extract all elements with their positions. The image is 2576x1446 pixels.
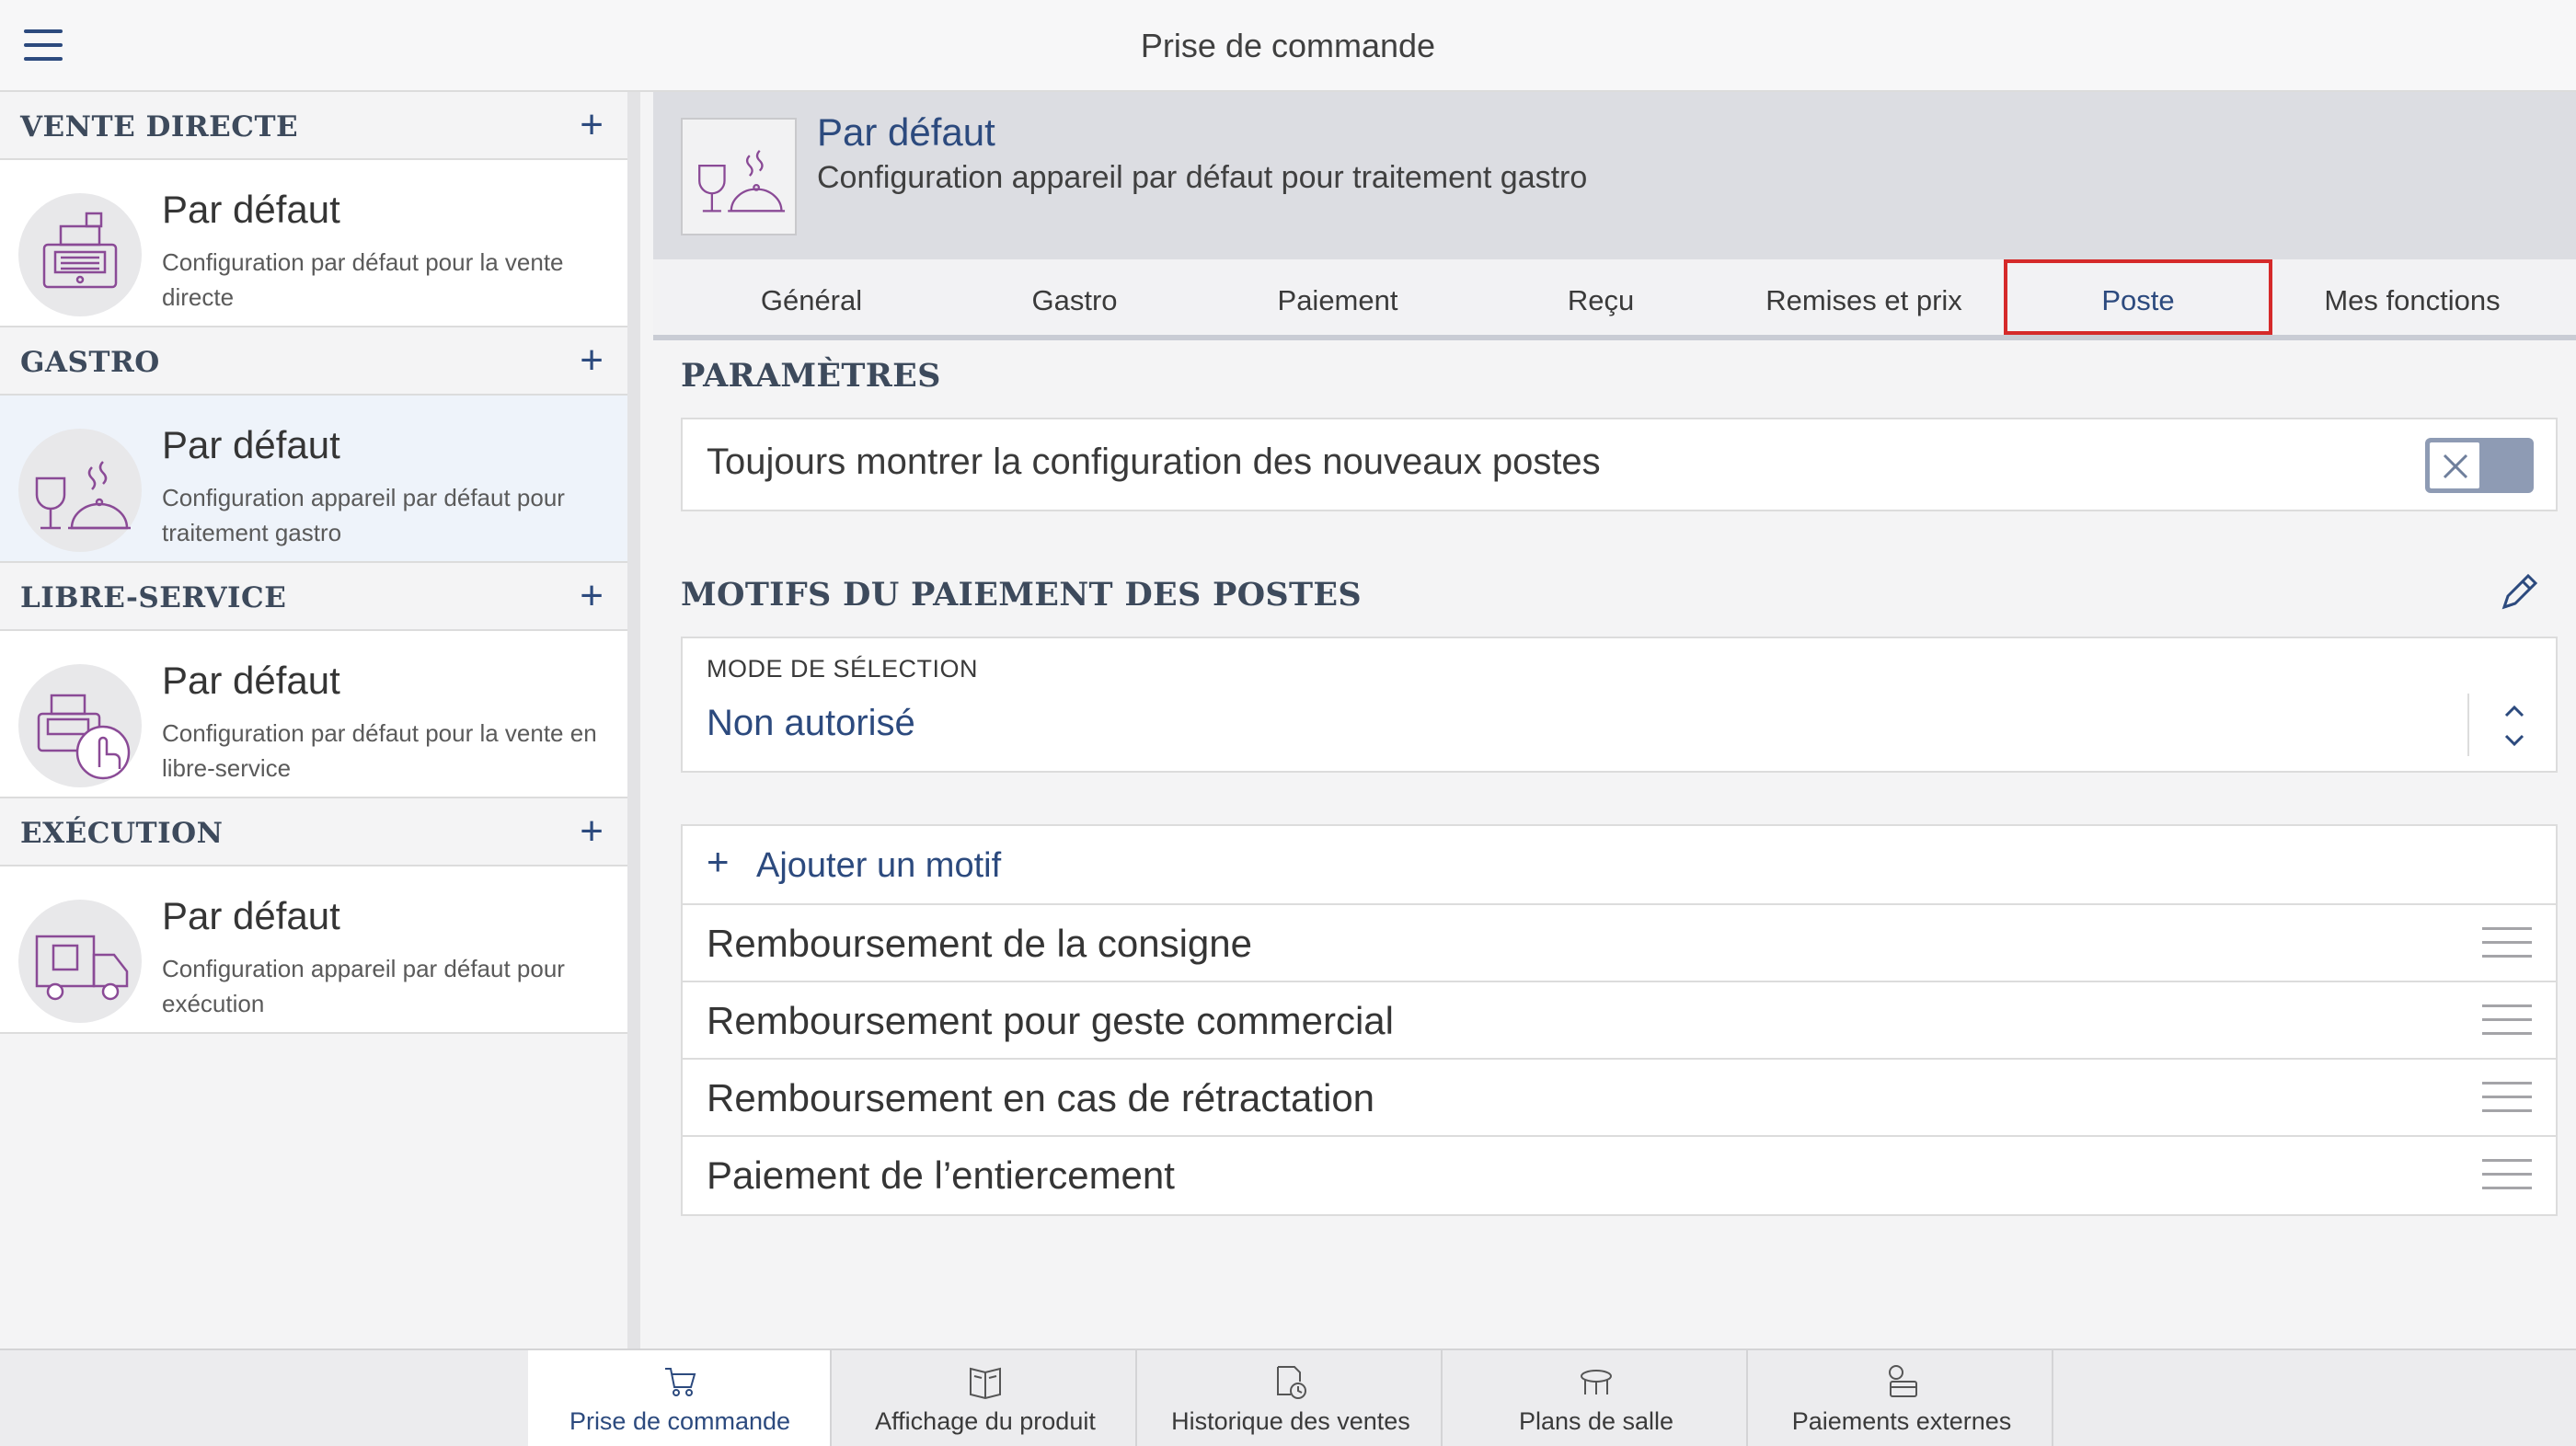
bottom-tab-label: Paiements externes xyxy=(1791,1407,2012,1435)
section-title: GASTRO xyxy=(20,346,160,379)
item-title: Par défaut xyxy=(162,423,340,466)
show-config-toggle[interactable] xyxy=(2425,438,2534,493)
delivery-truck-icon xyxy=(18,900,142,1023)
list-item[interactable]: Paiement de l’entiercement xyxy=(683,1137,2556,1214)
section-title: LIBRE-SERVICE xyxy=(20,581,287,614)
item-description: Configuration appareil par défaut pour e… xyxy=(162,955,565,1017)
sidebar-item-execution[interactable]: Par défaut Configuration appareil par dé… xyxy=(0,866,627,1034)
item-description: Configuration par défaut pour la vente e… xyxy=(162,719,597,782)
parametres-title: PARAMÈTRES xyxy=(681,357,941,395)
section-header-vente-directe: VENTE DIRECTE + xyxy=(0,92,627,160)
tab-poste[interactable]: Poste xyxy=(2004,259,2272,335)
chevron-up-down-icon[interactable] xyxy=(2495,699,2534,754)
drag-handle-icon[interactable] xyxy=(2482,1082,2534,1119)
motif-label: Remboursement en cas de rétractation xyxy=(707,1076,1375,1119)
external-payment-icon xyxy=(1889,1365,1917,1397)
config-description: Configuration appareil par défaut pour t… xyxy=(817,160,1588,195)
add-execution-button[interactable]: + xyxy=(580,811,604,852)
bottom-tab-historique-des-ventes[interactable]: Historique des ventes xyxy=(1139,1350,1443,1446)
item-description: Configuration appareil par défaut pour t… xyxy=(162,484,565,546)
sidebar-item-libre-service[interactable]: Par défaut Configuration par défaut pour… xyxy=(0,631,627,798)
pencil-edit-icon[interactable] xyxy=(2497,572,2539,614)
top-bar: Prise de commande xyxy=(0,0,2576,92)
motifs-title: MOTIFS DU PAIEMENT DES POSTES xyxy=(681,576,1362,614)
sidebar-item-vente-directe[interactable]: Par défaut Configuration par défaut pour… xyxy=(0,160,627,327)
list-item[interactable]: Remboursement pour geste commercial xyxy=(683,982,2556,1060)
bottom-tab-label: Plans de salle xyxy=(1518,1407,1674,1435)
item-title: Par défaut xyxy=(162,659,340,702)
bottom-tab-prise-de-commande[interactable]: Prise de commande xyxy=(528,1350,832,1446)
selection-mode-field[interactable]: MODE DE SÉLECTION Non autorisé xyxy=(681,637,2558,773)
tab-general[interactable]: Général xyxy=(681,259,942,335)
motifs-list: + Ajouter un motif Remboursement de la c… xyxy=(681,824,2558,1216)
section-header-gastro: GASTRO + xyxy=(0,327,627,396)
bottom-tab-label: Prise de commande xyxy=(569,1407,791,1435)
list-item[interactable]: Remboursement de la consigne xyxy=(683,905,2556,982)
sidebar: VENTE DIRECTE + Par défaut Configuration… xyxy=(0,92,640,1348)
parametres-card: Toujours montrer la configuration des no… xyxy=(681,418,2558,511)
cart-icon xyxy=(665,1368,696,1396)
sidebar-item-gastro[interactable]: Par défaut Configuration appareil par dé… xyxy=(0,396,627,563)
cash-register-icon xyxy=(18,193,142,316)
motif-label: Paiement de l’entiercement xyxy=(707,1153,1175,1197)
main-panel: Par défaut Configuration appareil par dé… xyxy=(653,92,2576,1348)
selection-mode-value: Non autorisé xyxy=(707,703,915,743)
tab-remises-et-prix[interactable]: Remises et prix xyxy=(1733,259,1995,335)
add-vente-directe-button[interactable]: + xyxy=(580,105,604,145)
add-motif-button[interactable]: + Ajouter un motif xyxy=(683,826,2556,905)
tab-mes-fonctions[interactable]: Mes fonctions xyxy=(2274,259,2550,335)
section-title: EXÉCUTION xyxy=(20,817,224,850)
gastro-icon xyxy=(18,429,142,552)
toggle-label: Toujours montrer la configuration des no… xyxy=(707,442,1601,482)
toggle-off-icon xyxy=(2428,441,2481,490)
bottom-tab-label: Affichage du produit xyxy=(875,1407,1096,1435)
tab-paiement[interactable]: Paiement xyxy=(1207,259,1468,335)
motif-label: Remboursement pour geste commercial xyxy=(707,999,1394,1042)
tab-gastro[interactable]: Gastro xyxy=(944,259,1205,335)
add-libre-service-button[interactable]: + xyxy=(580,576,604,616)
section-title: VENTE DIRECTE xyxy=(20,110,299,143)
product-display-icon xyxy=(970,1367,1001,1400)
add-gastro-button[interactable]: + xyxy=(580,340,604,381)
gastro-icon xyxy=(681,118,797,235)
item-title: Par défaut xyxy=(162,188,340,231)
table-icon xyxy=(1581,1370,1612,1394)
list-item[interactable]: Remboursement en cas de rétractation xyxy=(683,1060,2556,1137)
bottom-tab-paiements-externes[interactable]: Paiements externes xyxy=(1750,1350,2053,1446)
plus-icon: + xyxy=(707,840,730,883)
bottom-tab-affichage-du-produit[interactable]: Affichage du produit xyxy=(834,1350,1137,1446)
tab-recu[interactable]: Reçu xyxy=(1470,259,1731,335)
config-title: Par défaut xyxy=(817,110,995,154)
app-title: Prise de commande xyxy=(1140,27,1436,64)
self-service-icon xyxy=(18,664,142,787)
item-description: Configuration par défaut pour la vente d… xyxy=(162,248,564,311)
item-title: Par défaut xyxy=(162,894,340,937)
drag-handle-icon[interactable] xyxy=(2482,927,2534,964)
bottom-tab-label: Historique des ventes xyxy=(1171,1407,1410,1435)
add-motif-label: Ajouter un motif xyxy=(756,846,1002,885)
selection-mode-label: MODE DE SÉLECTION xyxy=(707,655,979,683)
drag-handle-icon[interactable] xyxy=(2482,1159,2534,1196)
config-header: Par défaut Configuration appareil par dé… xyxy=(653,92,2576,259)
drag-handle-icon[interactable] xyxy=(2482,1004,2534,1041)
config-tabs: Général Gastro Paiement Reçu Remises et … xyxy=(653,259,2576,340)
divider xyxy=(2467,694,2469,756)
sales-history-icon xyxy=(1277,1366,1306,1399)
hamburger-menu-icon[interactable] xyxy=(24,29,68,63)
motif-label: Remboursement de la consigne xyxy=(707,922,1253,965)
section-header-execution: EXÉCUTION + xyxy=(0,798,627,866)
section-header-libre-service: LIBRE-SERVICE + xyxy=(0,563,627,631)
bottom-tab-plans-de-salle[interactable]: Plans de salle xyxy=(1444,1350,1748,1446)
bottom-nav: Prise de commande Affichage du produit H… xyxy=(0,1348,2576,1446)
